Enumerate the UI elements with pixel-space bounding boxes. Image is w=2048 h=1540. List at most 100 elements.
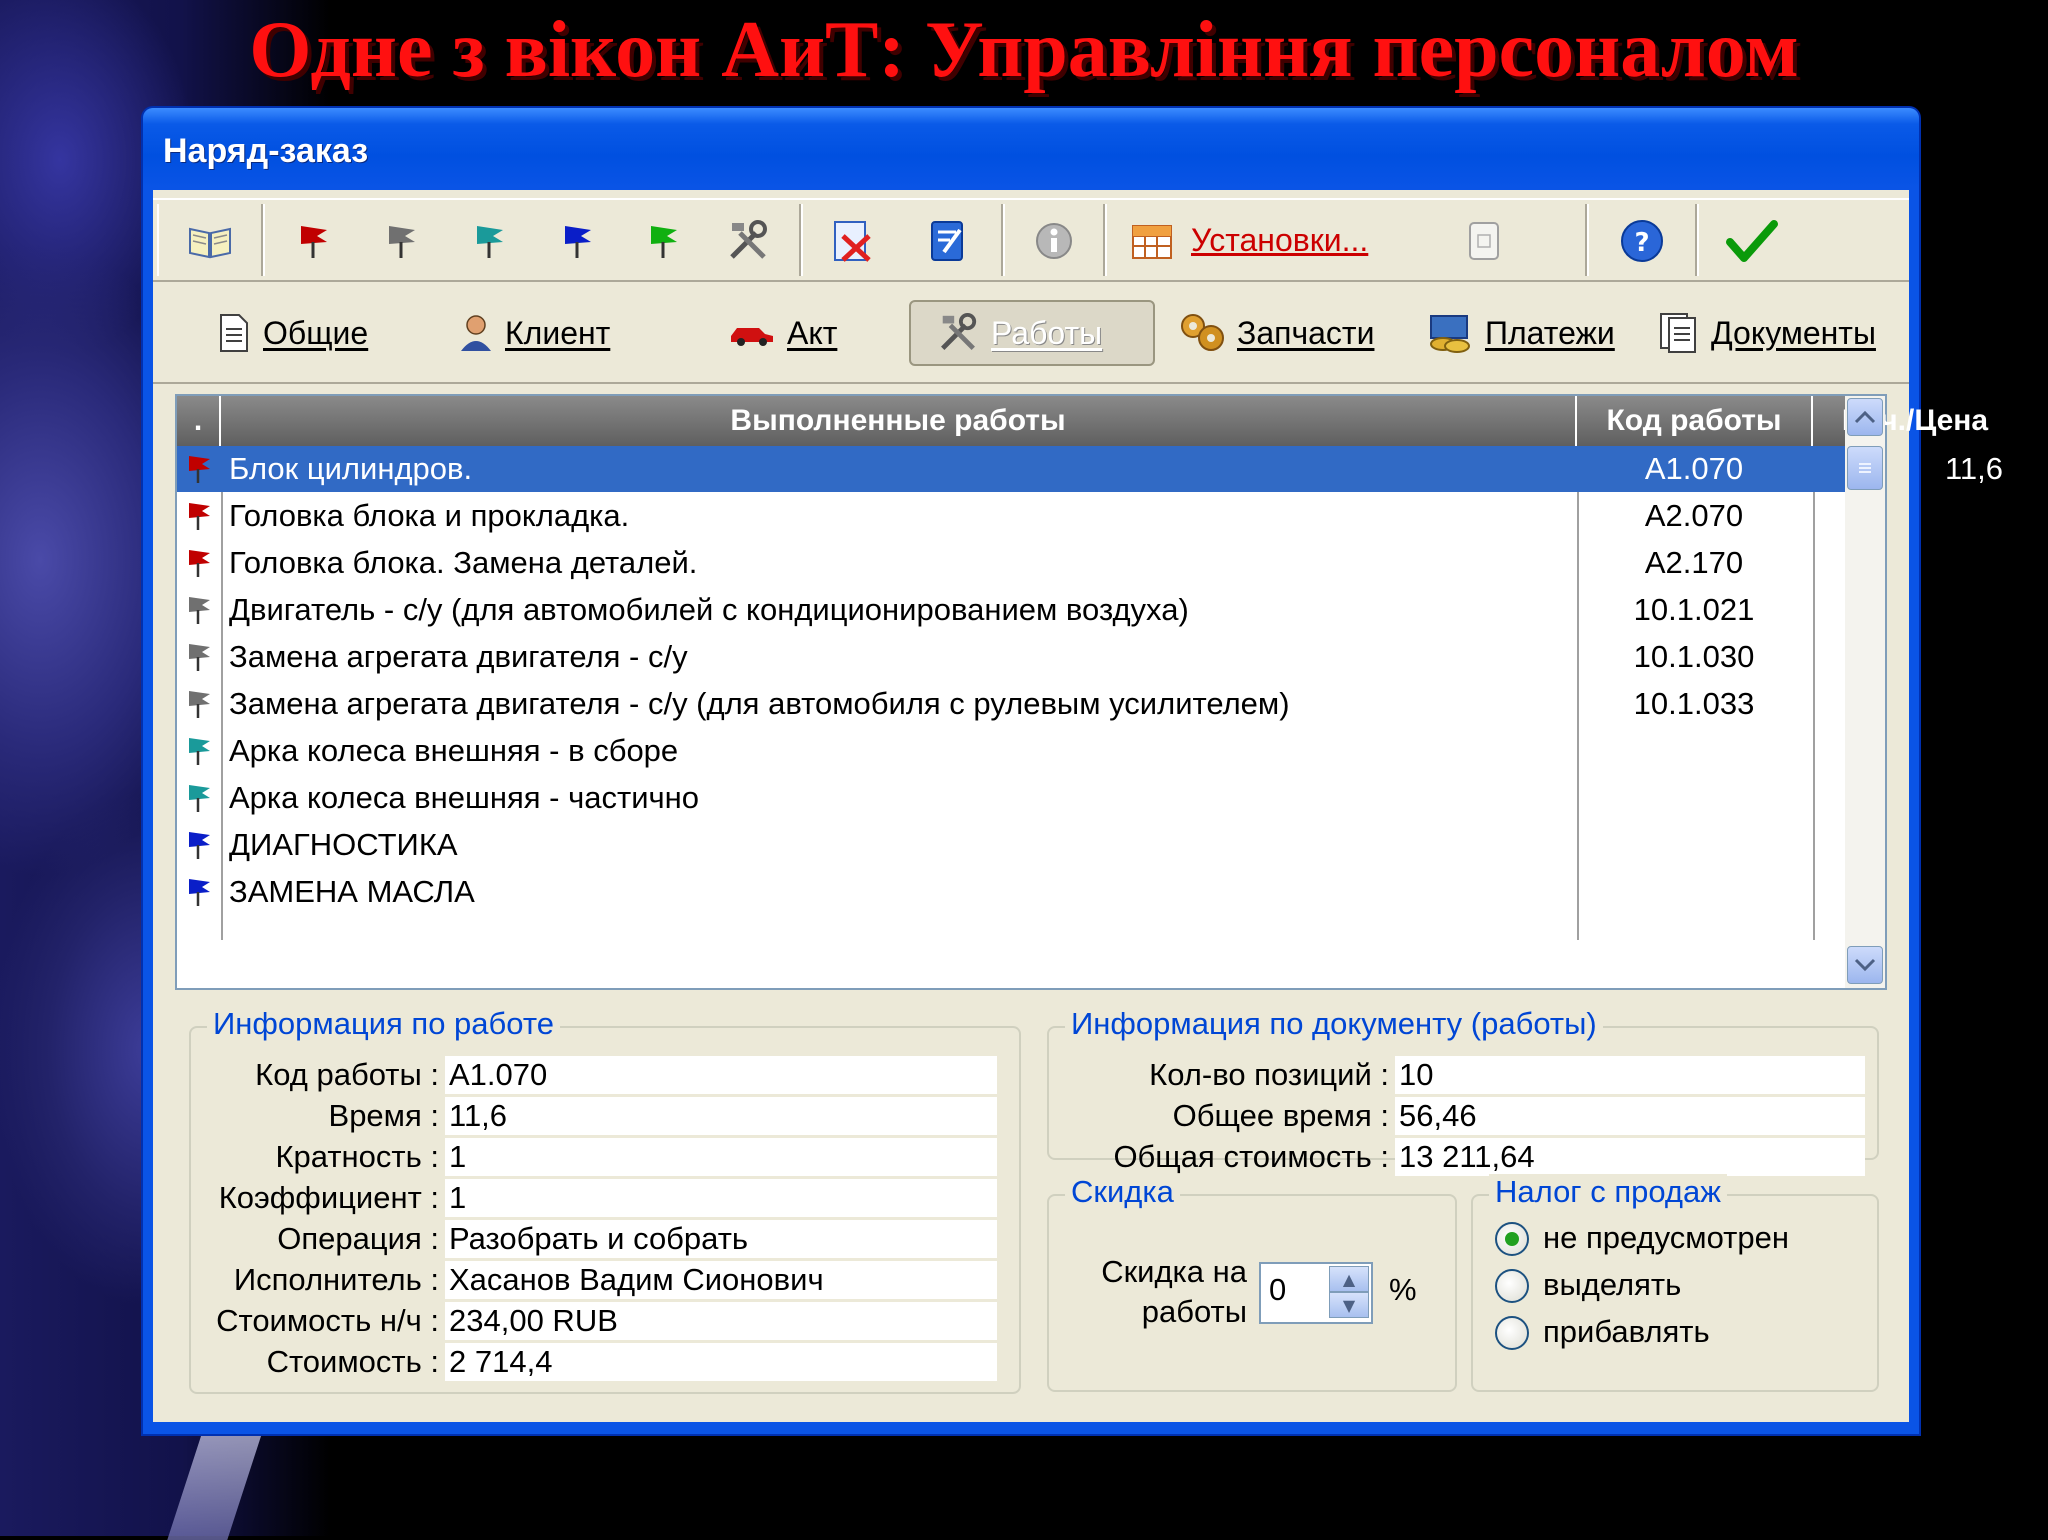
table-row[interactable]: Двигатель - с/у (для автомобилей с конди… [177, 587, 2003, 633]
document-info-group: Информация по документу (работы) Кол-во … [1047, 1006, 1879, 1176]
tab-documents[interactable]: Документы [1659, 300, 1876, 366]
window-titlebar[interactable]: Наряд-заказ [143, 108, 1919, 188]
field-value[interactable]: 1 [445, 1138, 997, 1176]
settings-link[interactable]: Установки... [1191, 216, 1368, 264]
book-button[interactable] [183, 214, 237, 268]
discount-label-line: работы [1141, 1294, 1247, 1329]
field-value[interactable]: Разобрать и собрать [445, 1220, 997, 1258]
scroll-thumb[interactable] [1847, 446, 1883, 490]
flag-gray-icon [189, 597, 210, 624]
tab-label: Общие [263, 314, 369, 351]
scroll-down-button[interactable] [1847, 946, 1883, 984]
table-row[interactable]: ДИАГНОСТИКА 1,37 [177, 822, 2003, 868]
discount-group: Скидка Скидка на работы 0 ▲ ▼ % [1047, 1174, 1457, 1392]
row-code: 10.1.030 [1633, 639, 1755, 674]
flag-green-button[interactable] [637, 214, 691, 268]
table-row[interactable]: ЗАМЕНА МАСЛА 0,19 [177, 869, 2003, 915]
table-row[interactable]: Арка колеса внешняя - в сборе 3 [177, 728, 2003, 774]
tab-client[interactable]: Клиент [459, 300, 610, 366]
help-button[interactable]: ? [1615, 214, 1669, 268]
header-dot[interactable]: . [177, 396, 221, 446]
field-value[interactable]: 1 [445, 1179, 997, 1217]
tax-radio-label[interactable]: прибавлять [1543, 1314, 1710, 1350]
document-info-title: Информация по документу (работы) [1065, 1006, 1603, 1042]
scroll-up-button[interactable] [1847, 398, 1883, 436]
field-value[interactable]: 10 [1395, 1056, 1865, 1094]
table-row[interactable]: Блок цилиндров. A1.070 11,6 [177, 446, 2003, 492]
ok-button[interactable] [1725, 214, 1779, 268]
document-info-row: Общая стоимость :13 211,64 [1049, 1138, 1877, 1176]
blank-page-button[interactable] [1457, 214, 1511, 268]
grip-icon [1859, 463, 1871, 473]
spinner-down-button[interactable]: ▼ [1329, 1292, 1369, 1318]
field-value[interactable]: 13 211,64 [1395, 1138, 1865, 1176]
work-info-row: Коэффициент :1 [191, 1179, 1019, 1217]
flag-gray-icon [189, 691, 210, 718]
field-value[interactable]: Хасанов Вадим Сионович [445, 1261, 997, 1299]
field-label: Исполнитель : [233, 1262, 439, 1297]
row-flag [177, 634, 221, 680]
tax-radio-label[interactable]: выделять [1543, 1267, 1681, 1303]
table-row[interactable]: Замена агрегата двигателя - с/у 10.1.030 9… [177, 634, 2003, 680]
flag-green-icon [651, 226, 677, 258]
table-row[interactable]: Головка блока и прокладка. A2.070 4,5 [177, 493, 2003, 539]
arrow-up-icon: ▲ [1342, 1269, 1356, 1289]
tab-parts[interactable]: Запчасти [1179, 300, 1374, 366]
flag-blue-icon [189, 879, 210, 906]
toolbar-group-flags [263, 204, 801, 276]
sales-tax-group: Налог с продаж не предусмотрен выделять пр… [1471, 1174, 1879, 1392]
field-value[interactable]: 2 714,4 [445, 1343, 997, 1381]
row-flag [177, 493, 221, 539]
field-label: Операция : [277, 1221, 439, 1256]
grid-body: Блок цилиндров. A1.070 11,6 Головка блока и… [177, 446, 2003, 940]
header-code[interactable]: Код работы [1577, 396, 1813, 446]
work-info-row: Код работы : A1.070 [191, 1056, 1019, 1094]
tab-general[interactable]: Общие [217, 300, 368, 366]
tax-radio-button[interactable] [1495, 1222, 1529, 1256]
tax-radio-button[interactable] [1495, 1269, 1529, 1303]
field-value[interactable]: 234,00 RUB [445, 1302, 997, 1340]
discount-value[interactable]: 0 [1269, 1272, 1286, 1308]
row-code: A1.070 [1644, 451, 1744, 486]
settings-icon-button[interactable] [1125, 214, 1179, 268]
discount-spinner[interactable]: 0 ▲ ▼ [1259, 1262, 1373, 1324]
table-row[interactable]: Замена агрегата двигателя - с/у (для авт… [177, 681, 2003, 727]
header-name[interactable]: Выполненные работы [221, 396, 1577, 446]
chevron-down-icon [1854, 958, 1876, 972]
toolbar-group-help: ? [1587, 204, 1697, 276]
flag-gray-button[interactable] [375, 214, 429, 268]
work-info-row: Время :11,6 [191, 1097, 1019, 1135]
window-client-area: Установки... ? Общие Клиент Акт Работы З… [153, 190, 2003, 1422]
field-value[interactable]: 11,6 [445, 1097, 997, 1135]
work-info-row: Исполнитель : Хасанов Вадим Сионович [191, 1261, 1019, 1299]
tax-radio-label[interactable]: не предусмотрен [1543, 1220, 1789, 1256]
work-info-group: Информация по работе Код работы : A1.070 В… [189, 1006, 1021, 1394]
field-value[interactable]: 56,46 [1395, 1097, 1865, 1135]
edit-document-button[interactable] [921, 214, 975, 268]
tab-works[interactable]: Работы [909, 300, 1155, 366]
tax-radio-button[interactable] [1495, 1316, 1529, 1350]
delete-document-button[interactable] [825, 214, 879, 268]
tab-payments[interactable]: Платежи [1427, 300, 1615, 366]
blank-page-icon [1469, 222, 1499, 260]
flag-blue-button[interactable] [551, 214, 605, 268]
flag-red-button[interactable] [287, 214, 341, 268]
flag-teal-icon [189, 785, 210, 812]
table-row[interactable]: Арка колеса внешняя - частично 2 [177, 775, 2003, 821]
spinner-up-button[interactable]: ▲ [1329, 1266, 1369, 1292]
field-value[interactable]: A1.070 [445, 1056, 997, 1094]
row-name: Блок цилиндров. [229, 451, 473, 486]
tab-act[interactable]: Акт [729, 300, 837, 366]
header-price[interactable]: Н. ч./Цена [1813, 396, 2017, 446]
grid-scrollbar[interactable] [1845, 396, 1885, 988]
work-info-row: Стоимость :2 714,4 [191, 1343, 1019, 1381]
works-grid: . Выполненные работы Код работы Н. ч./Це… [175, 394, 2003, 990]
flag-teal-button[interactable] [463, 214, 517, 268]
info-button[interactable] [1027, 214, 1081, 268]
flag-red-icon [189, 503, 210, 530]
document-info-row: Общее время :56,46 [1049, 1097, 1877, 1135]
tab-bar: Общие Клиент Акт Работы Запчасти Платежи [153, 290, 1909, 384]
row-name: Замена агрегата двигателя - с/у [229, 639, 688, 674]
table-row[interactable]: Головка блока. Замена деталей. A2.170 7,8 [177, 540, 2003, 586]
tools-button[interactable] [721, 214, 775, 268]
